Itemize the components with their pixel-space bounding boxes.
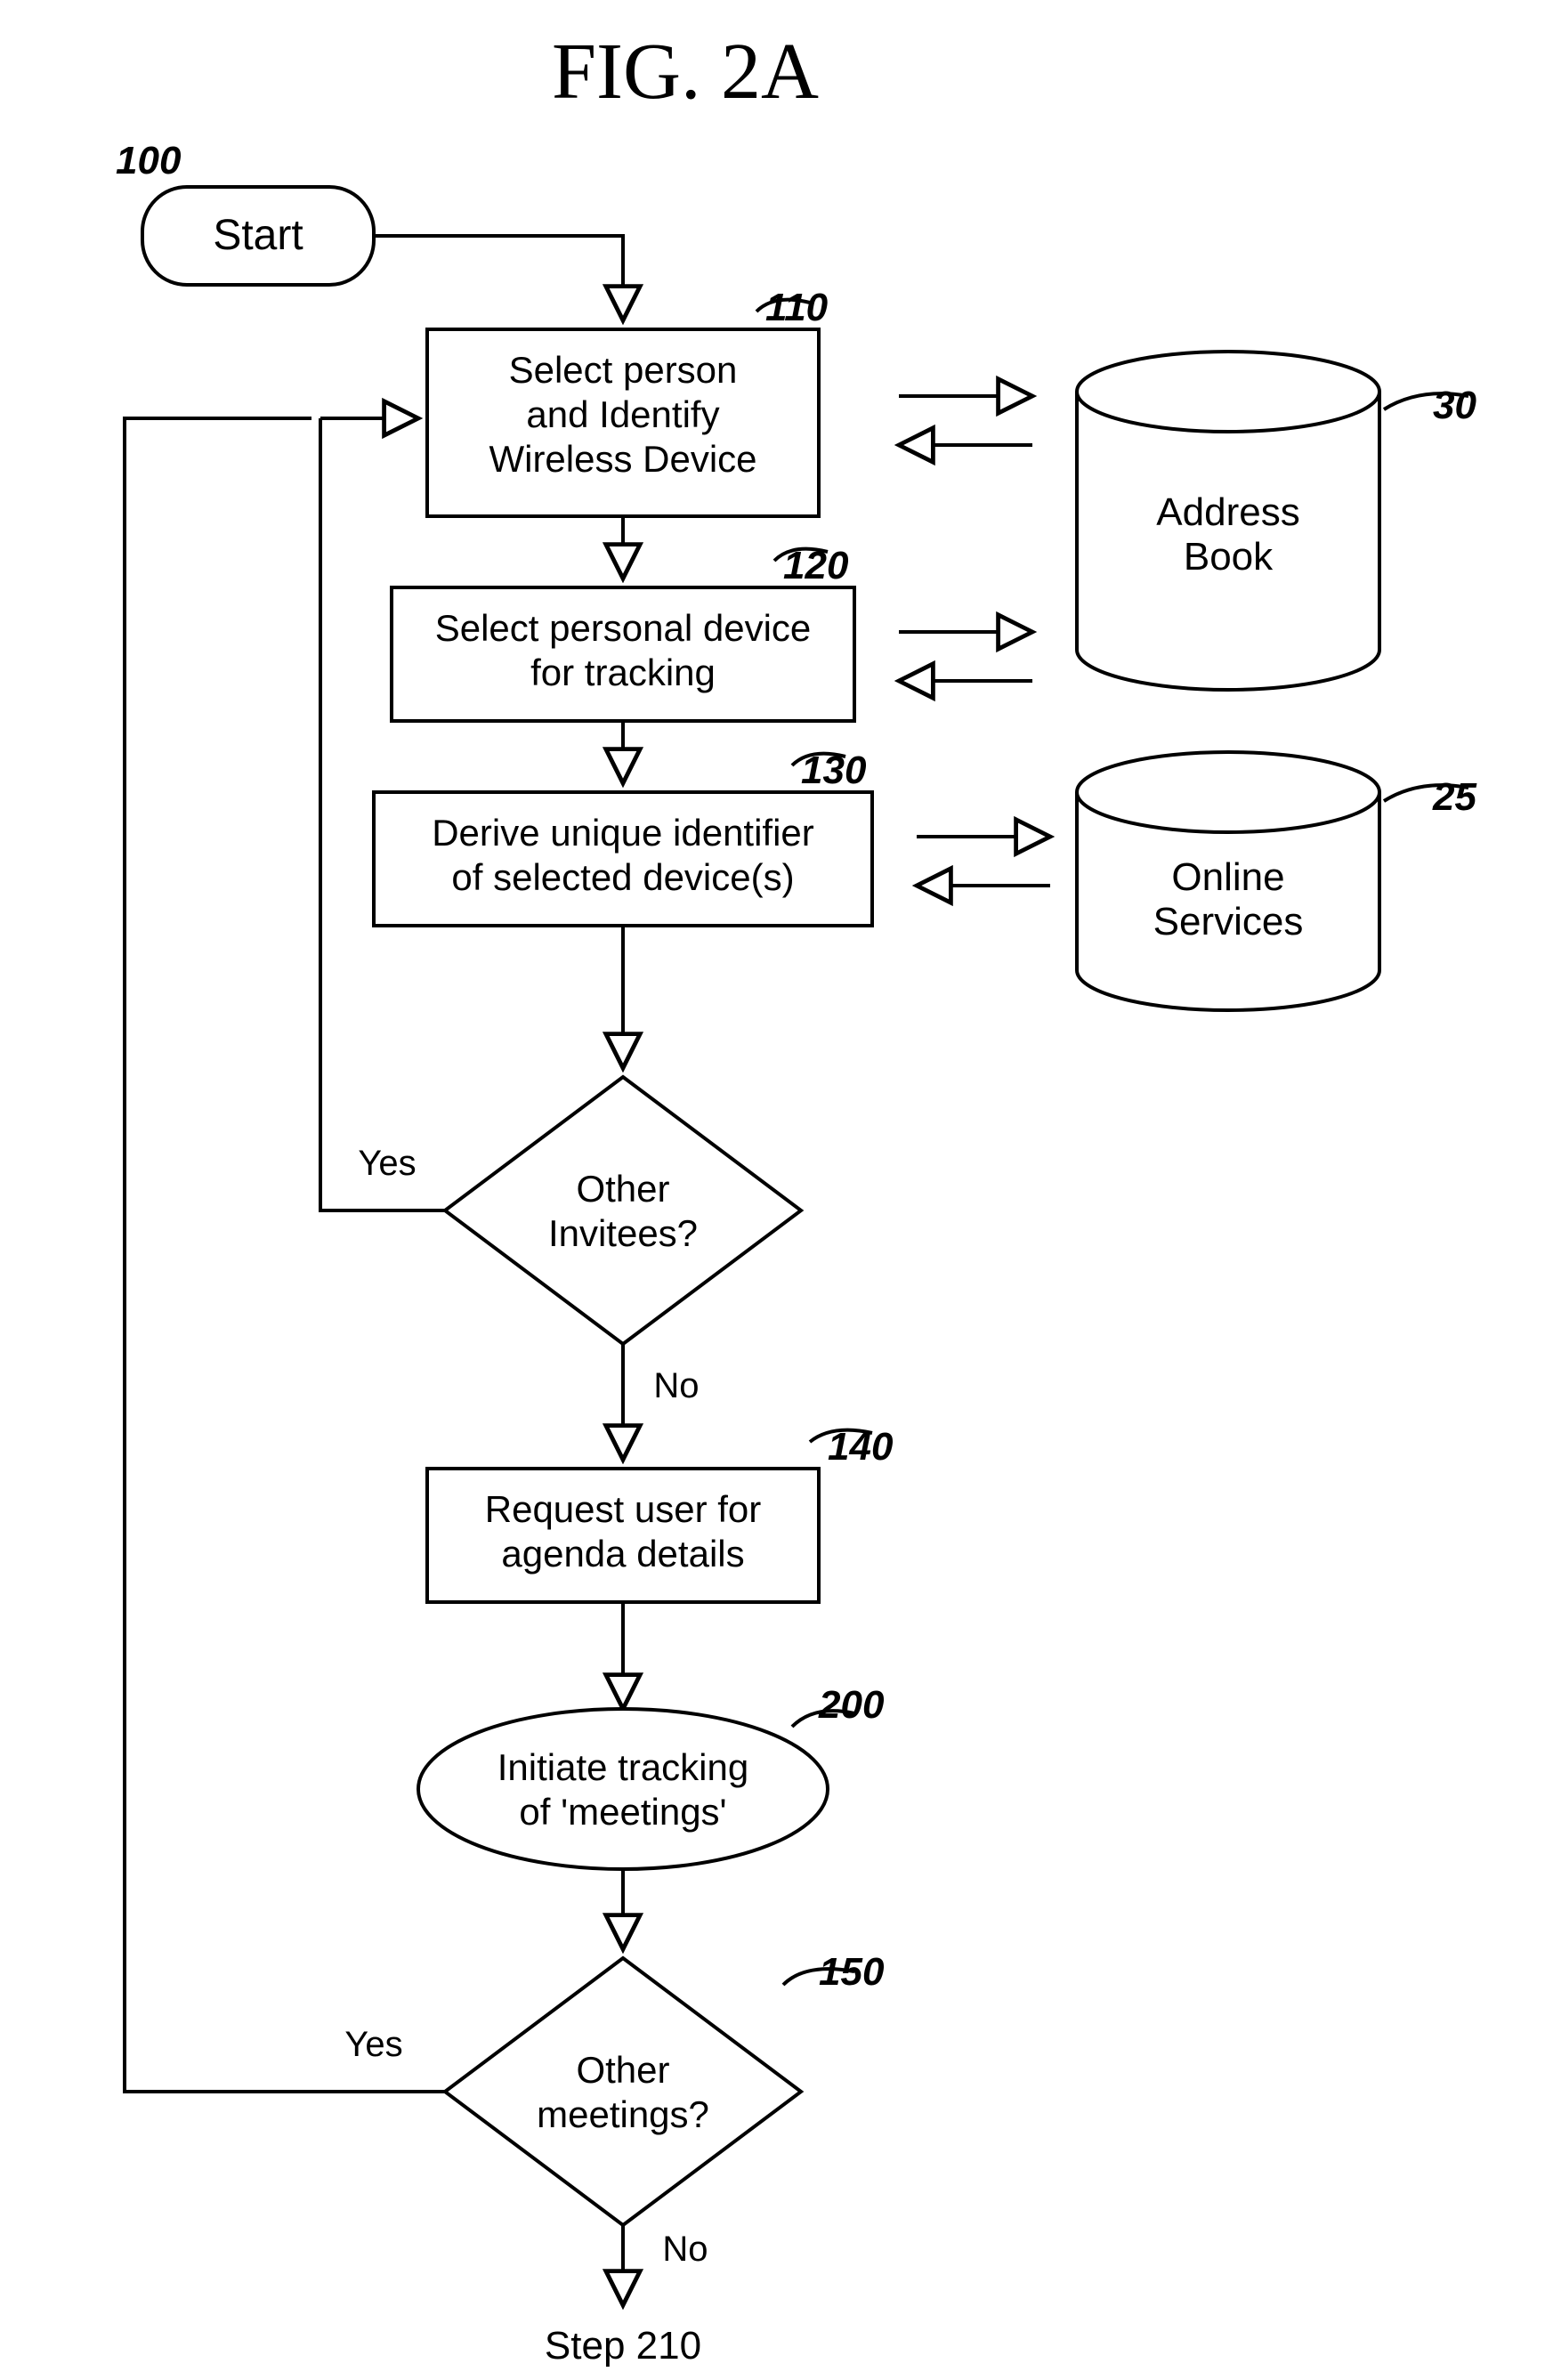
node-110: Select person and Identify Wireless Devi… <box>427 329 819 516</box>
svg-text:for tracking: for tracking <box>530 652 716 693</box>
ref-30: 30 <box>1433 384 1476 427</box>
ref-25: 25 <box>1432 775 1476 819</box>
db-address-book: Address Book <box>1077 352 1379 690</box>
ref-200: 200 <box>818 1683 885 1727</box>
label-yes-2: Yes <box>344 2025 402 2064</box>
node-200: Initiate tracking of 'meetings' <box>418 1709 828 1869</box>
label-yes-1: Yes <box>358 1144 416 1183</box>
decision-150: Other meetings? <box>445 1958 801 2225</box>
svg-text:and Identify: and Identify <box>526 393 719 435</box>
edge-start-110 <box>374 236 623 320</box>
node-120: Select personal device for tracking <box>392 587 854 721</box>
node-130: Derive unique identifier of selected dev… <box>374 792 872 926</box>
label-no-2: No <box>662 2230 708 2269</box>
db-online-services: Online Services <box>1077 752 1379 1010</box>
label-no-1: No <box>653 1366 699 1405</box>
svg-text:Services: Services <box>1153 900 1304 943</box>
svg-text:Select personal device: Select personal device <box>435 607 812 649</box>
svg-text:Other: Other <box>576 1168 669 1210</box>
decision-invitees: Other Invitees? <box>445 1077 801 1344</box>
svg-text:Other: Other <box>576 2049 669 2091</box>
figure-title: FIG. 2A <box>552 28 819 116</box>
svg-text:Online: Online <box>1171 855 1284 899</box>
svg-text:Select person: Select person <box>509 349 738 391</box>
node-140: Request user for agenda details <box>427 1469 819 1602</box>
svg-text:meetings?: meetings? <box>537 2093 709 2135</box>
svg-text:Initiate tracking: Initiate tracking <box>497 1746 748 1788</box>
svg-text:agenda details: agenda details <box>501 1533 744 1575</box>
ref-100: 100 <box>116 139 182 182</box>
svg-text:Book: Book <box>1184 535 1274 579</box>
flowchart: FIG. 2A Start 100 Select person and Iden… <box>0 0 1545 2380</box>
svg-text:Derive unique identifier: Derive unique identifier <box>432 812 814 854</box>
svg-text:Wireless Device: Wireless Device <box>489 438 756 480</box>
svg-text:of 'meetings': of 'meetings' <box>519 1791 726 1833</box>
svg-text:of selected device(s): of selected device(s) <box>451 856 794 898</box>
start-label: Start <box>213 212 303 259</box>
svg-text:Request user for: Request user for <box>485 1488 762 1530</box>
svg-text:Invitees?: Invitees? <box>548 1212 698 1254</box>
ref-110: 110 <box>765 286 829 329</box>
svg-text:Address: Address <box>1156 490 1299 534</box>
node-start: Start <box>142 187 374 285</box>
label-step210: Step 210 <box>545 2324 701 2368</box>
